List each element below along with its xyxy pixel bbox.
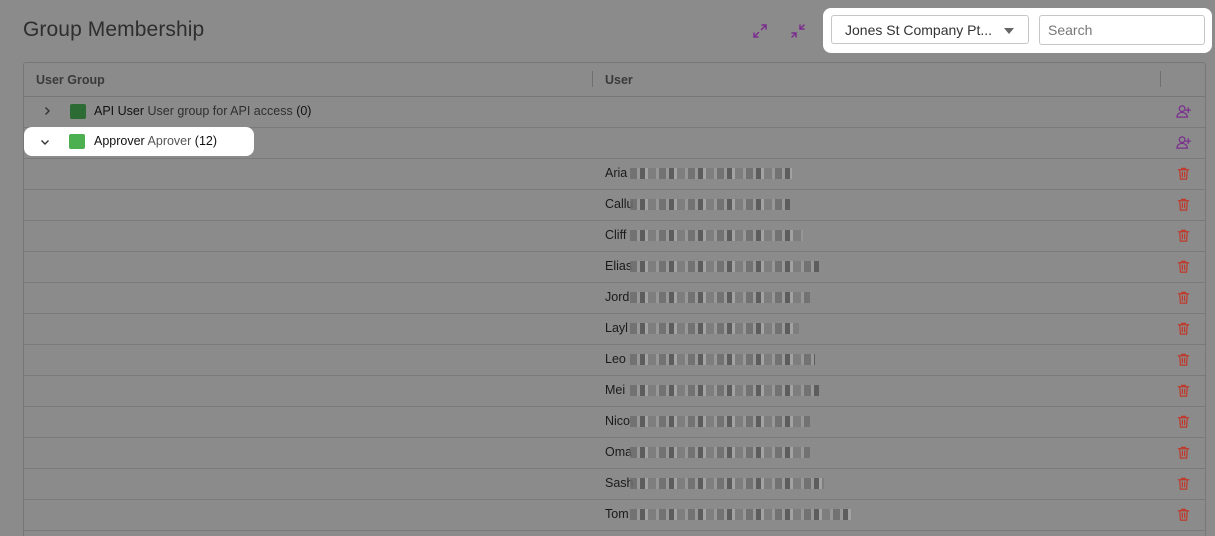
add-user-icon[interactable]: [1175, 103, 1191, 119]
group-count: (0): [296, 104, 312, 118]
page-title: Group Membership: [23, 18, 205, 41]
group-color-swatch: [69, 134, 85, 149]
table-row[interactable]: Callu: [24, 189, 1205, 221]
redacted-text: [630, 323, 800, 334]
group-name: Approver: [94, 134, 145, 148]
column-header-user[interactable]: User: [605, 73, 633, 87]
approver-group-highlight[interactable]: Approver Aprover (12): [24, 127, 254, 156]
group-description: User group for API access: [147, 104, 293, 118]
table-row[interactable]: Sash: [24, 468, 1205, 500]
redacted-text: [630, 385, 819, 396]
expand-arrows-icon[interactable]: [751, 22, 769, 40]
table-row[interactable]: Nico: [24, 406, 1205, 438]
company-select-value: Jones St Company Pt...: [845, 22, 993, 38]
group-name: API User: [94, 104, 145, 118]
member-name: Mei: [605, 383, 626, 397]
table-row[interactable]: Tom: [24, 499, 1205, 531]
table-header: User Group User: [24, 63, 1205, 97]
add-user-icon[interactable]: [1175, 134, 1191, 150]
group-description: Aprover: [147, 134, 192, 148]
redacted-text: [630, 292, 810, 303]
group-membership-page: Group Membership Jones St Company Pt... …: [0, 0, 1215, 536]
redacted-text: [630, 168, 792, 179]
redacted-text: [630, 509, 851, 520]
trash-icon[interactable]: [1175, 258, 1191, 274]
trash-icon[interactable]: [1175, 165, 1191, 181]
member-name: Nico: [605, 414, 631, 428]
trash-icon[interactable]: [1175, 351, 1191, 367]
trash-icon[interactable]: [1175, 382, 1191, 398]
column-divider[interactable]: [1160, 71, 1161, 87]
table-row[interactable]: Aria: [24, 158, 1205, 190]
member-name: Leo: [605, 352, 626, 366]
column-header-user-group[interactable]: User Group: [36, 73, 105, 87]
trash-icon[interactable]: [1175, 320, 1191, 336]
member-name: Tom: [605, 507, 629, 521]
chevron-down-icon[interactable]: [39, 136, 51, 148]
member-name: Cliff: [605, 228, 627, 242]
search-input[interactable]: [1039, 15, 1205, 45]
company-select[interactable]: Jones St Company Pt...: [831, 15, 1029, 44]
group-label: Approver Aprover (12): [94, 134, 217, 148]
trash-icon[interactable]: [1175, 196, 1191, 212]
filter-controls: Jones St Company Pt...: [823, 8, 1212, 53]
redacted-text: [630, 447, 810, 458]
group-count: (12): [194, 134, 218, 148]
table-row[interactable]: Jord: [24, 282, 1205, 314]
chevron-right-icon[interactable]: [41, 105, 53, 117]
group-label: API User User group for API access (0): [94, 104, 311, 118]
redacted-text: [630, 416, 810, 427]
redacted-text: [630, 478, 824, 489]
redacted-text: [630, 354, 815, 365]
redacted-text: [630, 230, 803, 241]
group-row-api-user[interactable]: API User User group for API access (0): [24, 96, 1205, 128]
member-name: Elias: [605, 259, 633, 273]
group-color-swatch: [70, 104, 86, 119]
caret-down-icon: [1004, 28, 1014, 34]
collapse-arrows-icon[interactable]: [789, 22, 807, 40]
trash-icon[interactable]: [1175, 227, 1191, 243]
member-name: Jord: [605, 290, 630, 304]
member-name: Aria: [605, 166, 628, 180]
table-row[interactable]: Leo: [24, 344, 1205, 376]
table-row[interactable]: Mei: [24, 375, 1205, 407]
trash-icon[interactable]: [1175, 413, 1191, 429]
table-row[interactable]: Layl: [24, 313, 1205, 345]
redacted-text: [630, 261, 819, 272]
trash-icon[interactable]: [1175, 289, 1191, 305]
member-name: Oma: [605, 445, 633, 459]
trash-icon[interactable]: [1175, 506, 1191, 522]
trash-icon[interactable]: [1175, 475, 1191, 491]
table-row[interactable]: Cliff: [24, 220, 1205, 252]
trash-icon[interactable]: [1175, 444, 1191, 460]
redacted-text: [630, 199, 791, 210]
column-divider[interactable]: [592, 71, 593, 87]
table-row[interactable]: Elias: [24, 251, 1205, 283]
member-name: Layl: [605, 321, 628, 335]
table-row[interactable]: Oma: [24, 437, 1205, 469]
